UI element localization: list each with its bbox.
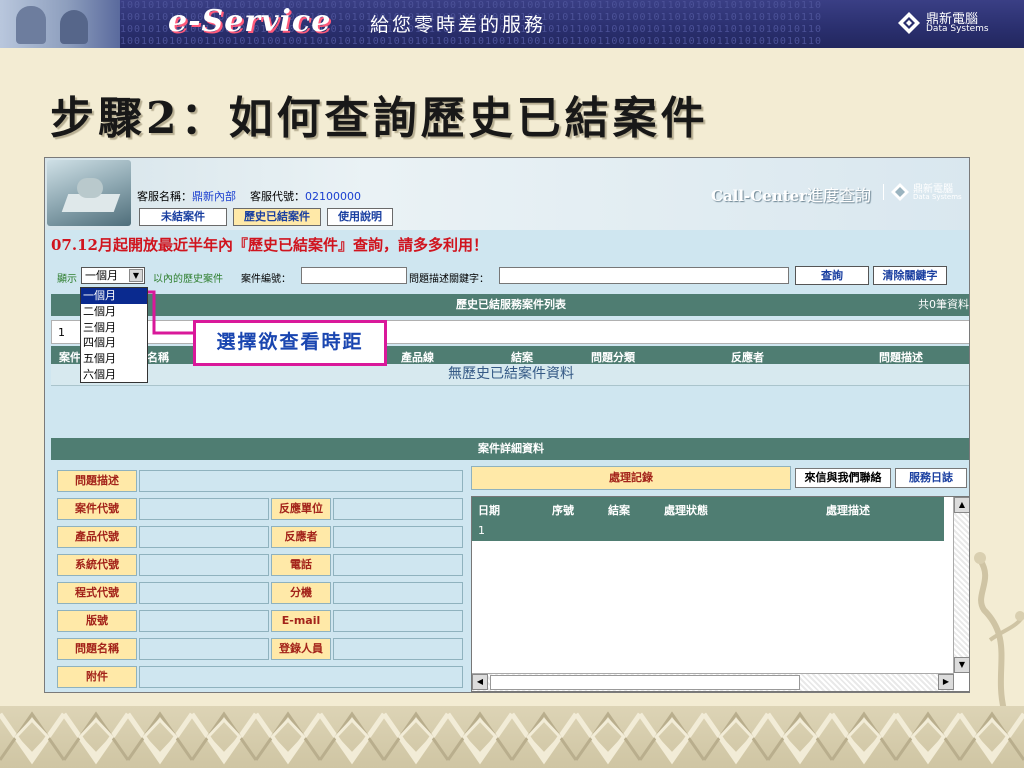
period-option[interactable]: 二個月 (81, 304, 147, 320)
service-diary-button[interactable]: 服務日誌 (895, 468, 967, 488)
label-extension: 分機 (271, 582, 331, 604)
value-product-code (139, 526, 269, 548)
value-system-code (139, 554, 269, 576)
brand-diamond-icon (898, 12, 920, 34)
label-program-code: 程式代號 (57, 582, 137, 604)
show-label: 顯示 (57, 274, 77, 285)
log-column-header: 日期 序號 結案 處理狀態 處理描述 (472, 497, 944, 519)
value-phone (333, 554, 463, 576)
callout-box: 選擇欲查看時距 (193, 320, 387, 366)
cs-name-value: 鼎新內部 (192, 190, 236, 203)
lattice-pattern (0, 706, 1024, 768)
slide-title: 步驟2：如何查詢歷史已結案件 (50, 93, 709, 144)
detail-grid-left: 問題描述 案件代號 反應單位 產品代號 反應者 系統代號 電話 程式代號 分機 … (51, 466, 465, 692)
brand-diamond-icon (891, 183, 909, 201)
contact-us-button[interactable]: 來信與我們聯絡 (795, 468, 891, 488)
header-separator (883, 184, 884, 200)
period-suffix-label: 以內的歷史案件 (153, 274, 223, 285)
period-select[interactable]: 一個月 ▼ (81, 267, 145, 284)
eservice-logo: e-Service (168, 4, 332, 39)
log-table: 日期 序號 結案 處理狀態 處理描述 1 ▲ ▼ ◀ ▶ (471, 496, 969, 692)
period-option[interactable]: 五個月 (81, 351, 147, 367)
label-report-unit: 反應單位 (271, 498, 331, 520)
period-option[interactable]: 三個月 (81, 320, 147, 336)
period-option[interactable]: 四個月 (81, 335, 147, 351)
case-no-input[interactable] (301, 267, 407, 284)
case-no-label: 案件編號： (241, 274, 291, 285)
keyboard-photo (47, 160, 131, 226)
list-column-header: 案件 名稱 產品線 結案 問題分類 反應者 問題描述 (51, 346, 969, 364)
tab-help[interactable]: 使用說明 (327, 208, 393, 226)
keyword-label: 問題描述關鍵字： (409, 274, 489, 285)
chevron-down-icon[interactable]: ▼ (129, 269, 143, 282)
value-problem-desc (139, 470, 463, 492)
label-case-code: 案件代號 (57, 498, 137, 520)
notice-text: 07.12月起開放最近半年內『歷史已結案件』查詢，請多多利用！ (51, 236, 488, 254)
brand-sub: Data Systems (926, 24, 989, 34)
tab-closed-cases[interactable]: 歷史已結案件 (233, 208, 321, 226)
log-title: 處理記錄 (471, 466, 791, 490)
label-product-code: 產品代號 (57, 526, 137, 548)
label-version: 版號 (57, 610, 137, 632)
scroll-left-icon[interactable]: ◀ (472, 674, 488, 690)
value-reporter (333, 526, 463, 548)
cs-code-value: 02100000 (305, 190, 361, 203)
list-title-bar: 歷史已結服務案件列表 共0筆資料 (51, 294, 969, 316)
scroll-thumb[interactable] (490, 675, 800, 690)
label-system-code: 系統代號 (57, 554, 137, 576)
log-row[interactable]: 1 (472, 519, 944, 541)
banner-photo (0, 0, 120, 48)
horizontal-scrollbar[interactable]: ◀ ▶ (472, 673, 954, 691)
callcenter-title: Call-Center進度查詢 (711, 186, 872, 205)
label-email: E-mail (271, 610, 331, 632)
period-option[interactable]: 六個月 (81, 367, 147, 383)
value-email (333, 610, 463, 632)
clear-keyword-button[interactable]: 清除關鍵字 (873, 266, 947, 285)
label-reporter: 反應者 (271, 526, 331, 548)
label-attachment: 附件 (57, 666, 137, 688)
value-registrar (333, 638, 463, 660)
page-number[interactable]: 1 (58, 326, 65, 339)
value-report-unit (333, 498, 463, 520)
value-extension (333, 582, 463, 604)
top-banner: 1001010101001100101010010011010101010010… (0, 0, 1024, 48)
empty-list-message: 無歷史已結案件資料 (51, 364, 969, 386)
value-version (139, 610, 269, 632)
search-row: 顯示 一個月 ▼ 以內的歷史案件 案件編號： 問題描述關鍵字： 查詢 清除關鍵字 (45, 264, 969, 288)
keyword-input[interactable] (499, 267, 789, 284)
label-phone: 電話 (271, 554, 331, 576)
record-count: 共0筆資料 (918, 298, 969, 311)
value-attachment (139, 666, 463, 688)
label-registrar: 登錄人員 (271, 638, 331, 660)
cs-info: 客服名稱：鼎新內部 客服代號：02100000 (137, 190, 361, 203)
app-screenshot: 客服名稱：鼎新內部 客服代號：02100000 未結案件 歷史已結案件 使用說明… (44, 157, 970, 693)
period-option[interactable]: 一個月 (81, 288, 147, 304)
label-problem-desc: 問題描述 (57, 470, 137, 492)
detail-title-bar: 案件詳細資料 (51, 438, 969, 460)
bottom-ornament (0, 706, 1024, 768)
value-program-code (139, 582, 269, 604)
period-dropdown-list: 一個月 二個月 三個月 四個月 五個月 六個月 (80, 287, 148, 383)
value-case-code (139, 498, 269, 520)
label-problem-name: 問題名稱 (57, 638, 137, 660)
app-header: 客服名稱：鼎新內部 客服代號：02100000 未結案件 歷史已結案件 使用說明… (45, 158, 969, 230)
value-problem-name (139, 638, 269, 660)
tab-open-cases[interactable]: 未結案件 (139, 208, 227, 226)
query-button[interactable]: 查詢 (795, 266, 869, 285)
detail-grid-right: 處理記錄 來信與我們聯絡 服務日誌 日期 序號 結案 處理狀態 處理描述 1 ▲… (471, 466, 969, 692)
list-pager-row: 1 (51, 320, 969, 344)
banner-slogan: 給您零時差的服務 (370, 14, 547, 36)
plum-blossom-decoration (974, 552, 1024, 710)
